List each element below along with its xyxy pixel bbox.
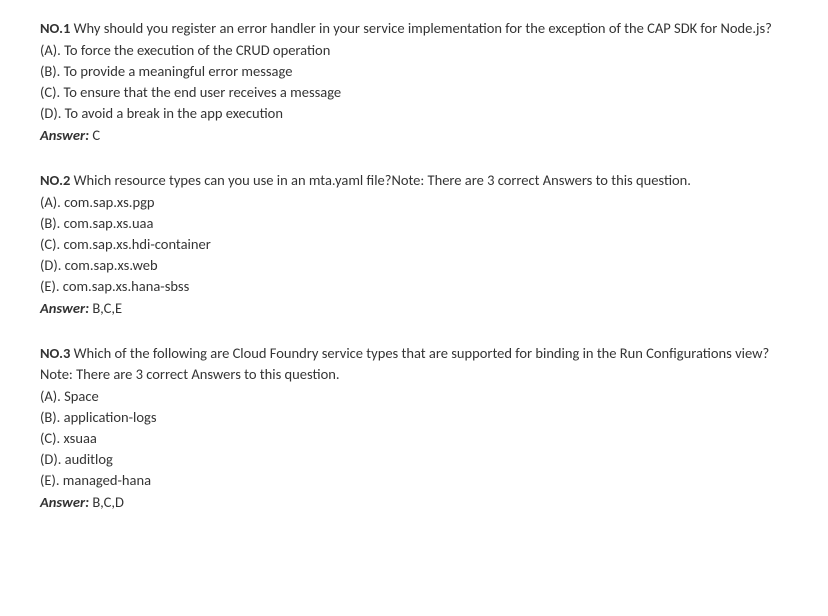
question-number: NO.2 <box>40 171 74 189</box>
answer-line: Answer: B,C,E <box>40 298 788 319</box>
answer-value: C <box>92 126 100 144</box>
question-text: NO.2 Which resource types can you use in… <box>40 170 788 191</box>
option: (A). com.sap.xs.pgp <box>40 192 788 213</box>
question-body: Why should you register an error handler… <box>74 19 772 37</box>
question-number: NO.3 <box>40 344 74 362</box>
option: (C). com.sap.xs.hdi-container <box>40 234 788 255</box>
answer-value: B,C,D <box>92 493 124 511</box>
option: (C). xsuaa <box>40 428 788 449</box>
option: (C). To ensure that the end user receive… <box>40 82 788 103</box>
question-text: NO.1 Why should you register an error ha… <box>40 18 788 39</box>
option: (D). To avoid a break in the app executi… <box>40 103 788 124</box>
question-block: NO.1 Why should you register an error ha… <box>40 18 788 146</box>
question-body: Which resource types can you use in an m… <box>74 171 691 189</box>
option: (B). To provide a meaningful error messa… <box>40 61 788 82</box>
option: (D). com.sap.xs.web <box>40 255 788 276</box>
answer-line: Answer: C <box>40 125 788 146</box>
answer-label: Answer: <box>40 299 92 317</box>
option: (B). application-logs <box>40 407 788 428</box>
question-block: NO.3 Which of the following are Cloud Fo… <box>40 343 788 513</box>
question-text: NO.3 Which of the following are Cloud Fo… <box>40 343 788 385</box>
question-block: NO.2 Which resource types can you use in… <box>40 170 788 319</box>
options-list: (A). To force the execution of the CRUD … <box>40 40 788 124</box>
answer-label: Answer: <box>40 493 92 511</box>
answer-line: Answer: B,C,D <box>40 492 788 513</box>
question-number: NO.1 <box>40 19 74 37</box>
question-body: Which of the following are Cloud Foundry… <box>40 344 769 383</box>
option: (E). managed-hana <box>40 470 788 491</box>
option: (B). com.sap.xs.uaa <box>40 213 788 234</box>
question-list: NO.1 Why should you register an error ha… <box>40 18 788 513</box>
answer-value: B,C,E <box>92 299 122 317</box>
option: (E). com.sap.xs.hana-sbss <box>40 276 788 297</box>
option: (A). Space <box>40 386 788 407</box>
options-list: (A). com.sap.xs.pgp (B). com.sap.xs.uaa … <box>40 192 788 297</box>
option: (A). To force the execution of the CRUD … <box>40 40 788 61</box>
answer-label: Answer: <box>40 126 92 144</box>
options-list: (A). Space (B). application-logs (C). xs… <box>40 386 788 491</box>
option: (D). auditlog <box>40 449 788 470</box>
